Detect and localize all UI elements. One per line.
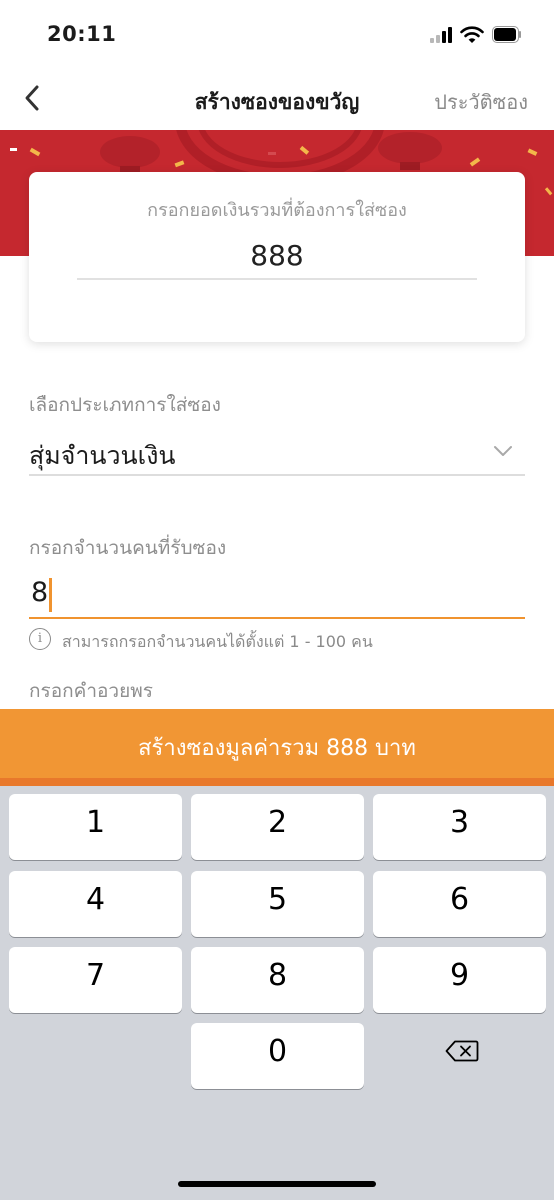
key-7[interactable]: 7: [9, 947, 182, 1013]
key-6[interactable]: 6: [373, 871, 546, 937]
status-time: 20:11: [47, 22, 117, 46]
backspace-key[interactable]: [372, 1018, 554, 1084]
key-8[interactable]: 8: [191, 947, 364, 1013]
text-cursor: [49, 578, 52, 612]
type-select[interactable]: สุ่มจำนวนเงิน: [29, 436, 175, 476]
create-envelope-button[interactable]: สร้างซองมูลค่ารวม 888 บาท: [0, 709, 554, 780]
key-2[interactable]: 2: [191, 794, 364, 860]
wifi-icon: [460, 26, 484, 43]
key-3[interactable]: 3: [373, 794, 546, 860]
type-underline: [29, 474, 525, 476]
amount-label: กรอกยอดเงินรวมที่ต้องการใส่ซอง: [147, 200, 407, 221]
numeric-keyboard: 1 2 3 4 5 6 7 8 9 0: [0, 786, 554, 1200]
count-label: กรอกจำนวนคนที่รับซอง: [29, 537, 227, 559]
cellular-signal-icon: [430, 27, 454, 43]
button-shadow-edge: [0, 778, 554, 786]
amount-underline: [77, 278, 477, 280]
key-5[interactable]: 5: [191, 871, 364, 937]
chevron-down-icon[interactable]: [492, 443, 514, 459]
key-0[interactable]: 0: [191, 1023, 364, 1089]
type-label: เลือกประเภทการใส่ซอง: [29, 394, 221, 416]
battery-icon: [492, 26, 522, 43]
info-icon: i: [29, 628, 51, 650]
history-link[interactable]: ประวัติซอง: [434, 86, 528, 118]
home-indicator: [178, 1181, 376, 1187]
count-underline: [29, 617, 525, 619]
wish-label: กรอกคำอวยพร: [29, 680, 153, 702]
count-input[interactable]: 8: [31, 577, 48, 608]
key-4[interactable]: 4: [9, 871, 182, 937]
key-9[interactable]: 9: [373, 947, 546, 1013]
backspace-icon: [445, 1040, 479, 1062]
count-hint: สามารถกรอกจำนวนคนได้ตั้งแต่ 1 - 100 คน: [62, 632, 373, 651]
amount-card: กรอกยอดเงินรวมที่ต้องการใส่ซอง 888: [29, 172, 525, 342]
key-1[interactable]: 1: [9, 794, 182, 860]
amount-input[interactable]: 888: [29, 239, 525, 272]
